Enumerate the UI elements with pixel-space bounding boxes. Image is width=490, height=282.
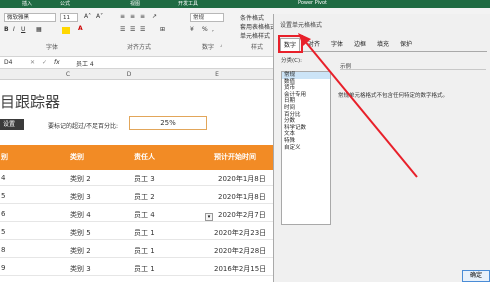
red-arrow-icon <box>298 33 418 178</box>
